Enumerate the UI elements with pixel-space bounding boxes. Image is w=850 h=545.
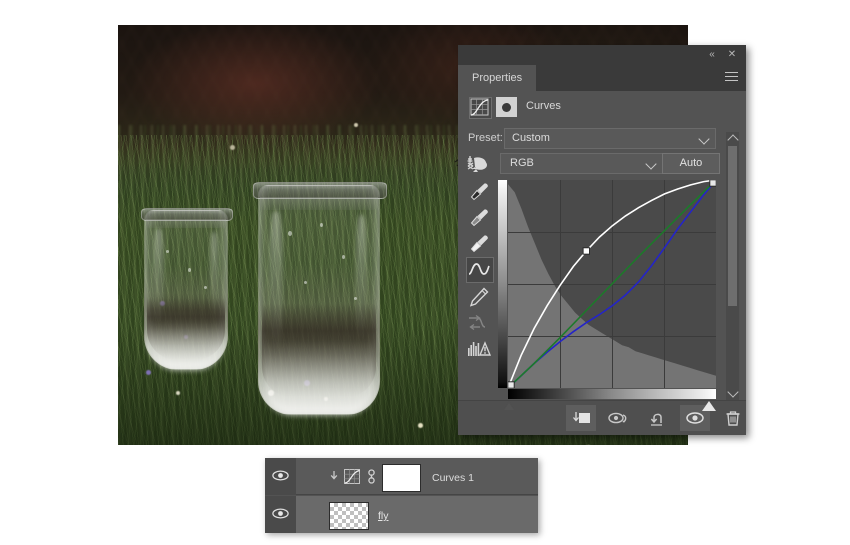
wildflower [146, 370, 151, 375]
jar-large-gloss [356, 215, 367, 341]
jar-large [258, 185, 380, 415]
water-droplet [204, 286, 207, 289]
delete-adjustment-layer-button[interactable] [718, 405, 748, 431]
curves-graph[interactable] [508, 180, 716, 388]
pencil-draw-curve-icon[interactable] [466, 285, 492, 309]
curves-adjustment-icon[interactable] [469, 97, 492, 119]
adjustment-header: Curves [458, 91, 746, 124]
row-divider [296, 494, 538, 495]
table-row[interactable]: fly [265, 496, 538, 533]
jar-large-gloss [269, 211, 283, 351]
curve-lines[interactable] [508, 180, 716, 388]
table-row[interactable]: Curves 1 [265, 458, 538, 495]
adjustment-title: Curves [526, 100, 561, 112]
panel-titlebar[interactable]: « ✕ [458, 45, 746, 65]
toggle-visibility-curves[interactable] [265, 458, 296, 495]
water-droplet [288, 231, 292, 236]
auto-button[interactable]: Auto [662, 153, 720, 174]
eye-icon [272, 470, 289, 481]
layer-mask-thumbnail[interactable] [382, 464, 421, 492]
black-point-eyedropper-icon[interactable] [466, 179, 492, 203]
properties-scrollbar[interactable] [726, 132, 739, 400]
water-droplet [354, 297, 357, 300]
water-droplet [166, 250, 169, 253]
reset-adjustment-button[interactable] [642, 405, 672, 431]
preset-select[interactable]: Custom [504, 128, 716, 149]
curve-control-point[interactable] [710, 180, 716, 186]
histogram-options-warning-icon[interactable] [466, 337, 492, 361]
panel-menu-icon[interactable] [725, 72, 738, 83]
link-mask-icon[interactable] [366, 468, 377, 490]
chevron-down-icon[interactable] [727, 386, 738, 397]
view-previous-state-button[interactable] [604, 405, 634, 431]
preset-value: Custom [512, 132, 550, 144]
white-point-slider[interactable] [702, 401, 716, 411]
preset-row: Preset: Custom [458, 127, 724, 149]
gray-point-eyedropper-icon[interactable] [466, 205, 492, 229]
scrollbar-thumb[interactable] [728, 146, 737, 306]
channel-select[interactable]: RGB [500, 153, 663, 174]
clip-to-layer-button[interactable] [566, 405, 596, 431]
layer-name-curves[interactable]: Curves 1 [432, 472, 474, 484]
water-droplet [342, 255, 345, 259]
curves-tool-column[interactable] [462, 155, 496, 363]
water-droplet [304, 281, 307, 284]
wildflower [418, 423, 423, 428]
curve-control-point[interactable] [508, 382, 514, 388]
chevron-up-icon[interactable] [727, 134, 738, 145]
chevron-down-icon [698, 133, 709, 144]
curves-thumbnail-icon[interactable] [344, 469, 360, 489]
curve-point-tool-icon[interactable] [466, 257, 494, 283]
smooth-curve-icon[interactable] [466, 311, 492, 335]
white-point-eyedropper-icon[interactable] [466, 231, 492, 255]
black-point-slider[interactable] [502, 401, 516, 411]
jar-large-mist [263, 341, 375, 415]
jar-large-neck [260, 197, 377, 210]
layer-name-fly[interactable]: fly [378, 510, 389, 522]
curve-control-point[interactable] [583, 248, 589, 254]
chevron-down-icon [645, 158, 656, 169]
close-icon[interactable]: ✕ [724, 48, 740, 62]
water-droplet [188, 268, 191, 272]
channel-row: RGB Auto [458, 151, 724, 175]
jar-small-mist [147, 322, 224, 370]
layers-panel[interactable]: Curves 1 fly [265, 458, 538, 533]
clipping-mask-arrow-icon [327, 469, 338, 486]
jar-small-gloss [153, 228, 164, 324]
channel-value: RGB [510, 157, 534, 169]
toggle-visibility-fly[interactable] [265, 496, 296, 533]
eye-icon [272, 508, 289, 519]
on-image-adjustment-icon[interactable] [466, 155, 492, 177]
panel-tabbar[interactable]: Properties [458, 65, 746, 91]
preset-label: Preset: [468, 132, 503, 144]
wildflower [176, 391, 180, 395]
input-gradient-bar [508, 389, 716, 399]
wildflower [354, 123, 358, 127]
jar-small-gloss [210, 232, 218, 316]
jar-small-neck [146, 219, 227, 228]
layer-mask-icon[interactable] [496, 97, 517, 117]
tab-properties[interactable]: Properties [458, 65, 536, 91]
output-gradient-bar [498, 180, 507, 388]
collapse-icon[interactable]: « [704, 48, 720, 62]
jar-small [144, 210, 228, 370]
wildflower [230, 145, 235, 150]
water-droplet [320, 223, 323, 227]
layer-thumbnail-fly[interactable] [329, 502, 369, 530]
